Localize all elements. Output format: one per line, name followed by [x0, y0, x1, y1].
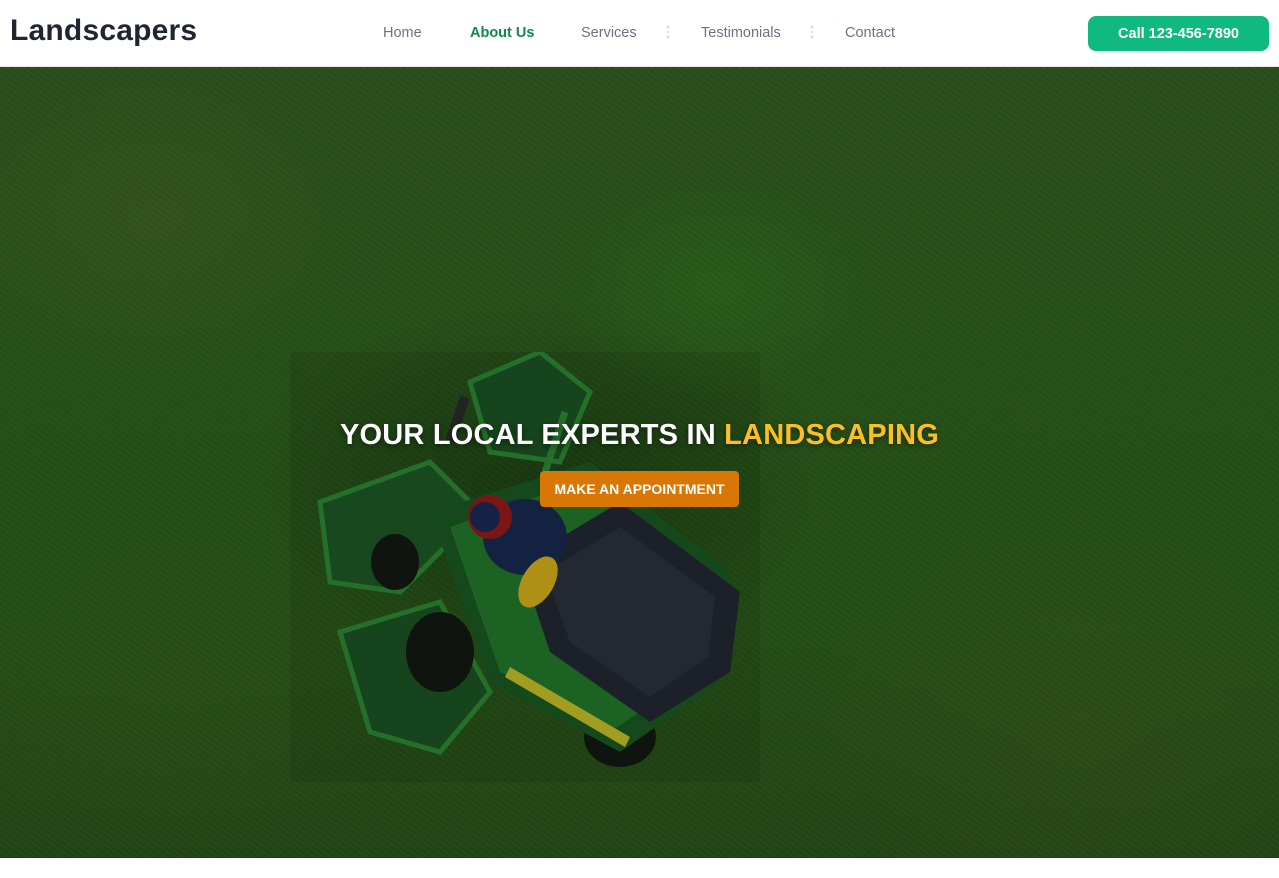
nav-link-testimonials[interactable]: Testimonials [701, 25, 781, 41]
nav-link-contact[interactable]: Contact [845, 25, 895, 41]
hero-section: YOUR LOCAL EXPERTS IN LANDSCAPING MAKE A… [0, 67, 1279, 858]
site-logo[interactable]: Landscapers [10, 14, 197, 48]
navbar: Landscapers Home About Us Services Testi… [0, 0, 1279, 67]
hero-title-prefix: YOUR LOCAL EXPERTS IN [339, 419, 716, 451]
hero-title-accent: LANDSCAPING [724, 419, 940, 451]
make-appointment-button[interactable]: MAKE AN APPOINTMENT [540, 471, 739, 507]
nav-link-services[interactable]: Services [581, 25, 637, 41]
call-button[interactable]: Call 123-456-7890 [1088, 16, 1269, 51]
nav-divider-icon [810, 26, 814, 40]
hero-title: YOUR LOCAL EXPERTS IN LANDSCAPING [0, 419, 1279, 452]
hero-overlay [0, 67, 1279, 858]
nav-link-home[interactable]: Home [383, 25, 422, 41]
nav-divider-icon [666, 26, 670, 40]
nav-link-about-us[interactable]: About Us [470, 25, 534, 41]
